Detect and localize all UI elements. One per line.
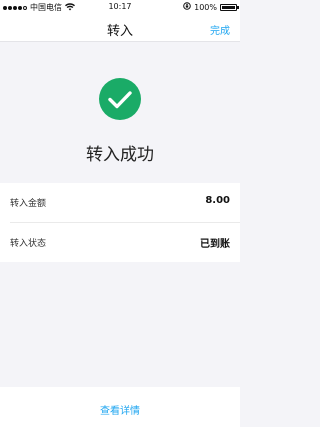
transfer-details-card: 转入金额 8.00 转入状态 已到账 — [0, 183, 240, 262]
battery-percent: 100% — [194, 2, 217, 12]
bottom-bar: 查看详情 — [0, 387, 240, 427]
amount-value: 8.00 — [205, 195, 230, 206]
checkmark-circle-icon — [99, 78, 141, 120]
view-details-link[interactable]: 查看详情 — [0, 402, 240, 417]
rotation-lock-icon — [183, 2, 191, 12]
status-bar: 中国电信 10:17 100% — [0, 0, 240, 14]
done-button[interactable]: 完成 — [210, 22, 230, 37]
battery-icon — [220, 3, 239, 11]
page-title: 转入 — [106, 24, 133, 39]
navigation-bar: 转入 完成 — [0, 14, 240, 42]
status-bar-right: 100% — [183, 2, 239, 12]
amount-label: 转入金额 — [10, 199, 47, 209]
success-message: 转入成功 — [86, 145, 154, 165]
amount-row: 转入金额 8.00 — [0, 183, 240, 223]
status-value: 已到账 — [200, 239, 230, 250]
status-label: 转入状态 — [10, 239, 47, 249]
status-row: 转入状态 已到账 — [0, 223, 240, 262]
